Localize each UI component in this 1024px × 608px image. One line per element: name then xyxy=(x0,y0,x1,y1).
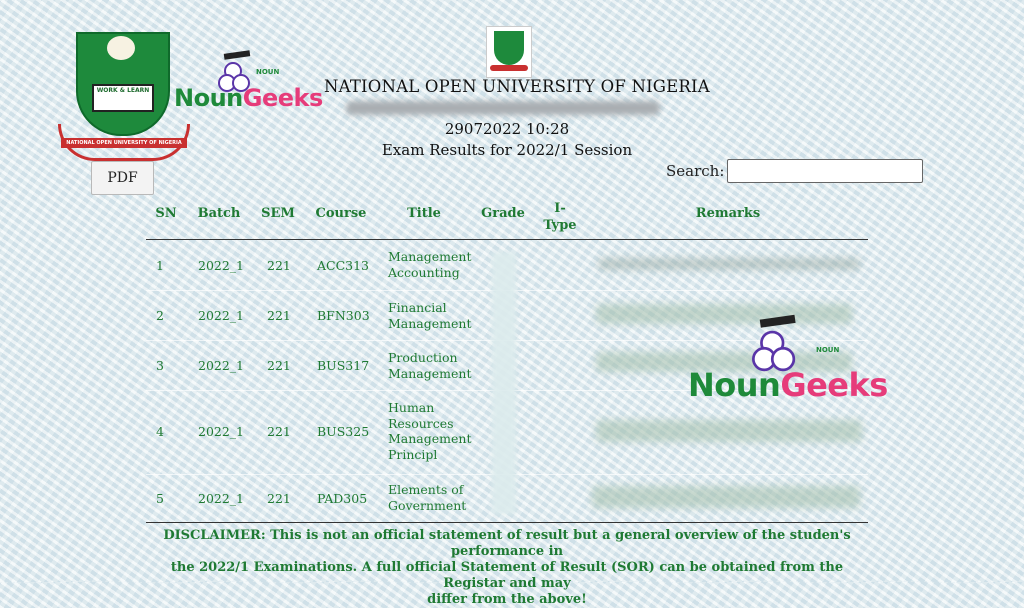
cell-course: BFN303 xyxy=(317,308,370,323)
cell-sn: 2 xyxy=(156,308,164,323)
redacted-remark xyxy=(598,258,860,270)
cell-course: PAD305 xyxy=(317,491,368,506)
logo-word-1: Noun xyxy=(174,84,243,112)
cell-sn: 4 xyxy=(156,424,164,439)
pdf-button[interactable]: PDF xyxy=(91,161,154,195)
header-sem[interactable]: SEM xyxy=(256,206,300,221)
print-datetime: 29072022 10:28 xyxy=(444,120,570,138)
university-title: NATIONAL OPEN UNIVERSITY OF NIGERIA xyxy=(324,77,710,96)
header-grade[interactable]: Grade xyxy=(478,206,528,221)
redacted-remark xyxy=(592,486,860,508)
cell-sem: 221 xyxy=(267,424,291,439)
redacted-grades xyxy=(492,252,516,514)
cell-course: BUS325 xyxy=(317,424,370,439)
disclaimer-line-3: differ from the above! xyxy=(427,592,587,607)
header-itype[interactable]: I- Type xyxy=(540,200,580,234)
search-input[interactable] xyxy=(727,159,923,183)
header-itype-2: Type xyxy=(543,218,577,233)
logo-word-1: Noun xyxy=(688,366,781,404)
redacted-remark xyxy=(596,420,862,442)
cell-sem: 221 xyxy=(267,491,291,506)
cell-batch: 2022_1 xyxy=(198,308,245,323)
header-sn[interactable]: SN xyxy=(152,206,180,221)
disclaimer-line-2: the 2022/1 Examinations. A full official… xyxy=(170,560,844,591)
header-remarks[interactable]: Remarks xyxy=(686,206,770,221)
redacted-student-info xyxy=(346,101,660,115)
cell-sem: 221 xyxy=(267,308,291,323)
disclaimer-text: DISCLAIMER: This is not an official stat… xyxy=(154,528,860,608)
cell-batch: 2022_1 xyxy=(198,424,245,439)
cell-sem: 221 xyxy=(267,358,291,373)
results-page: WORK & LEARN NATIONAL OPEN UNIVERSITY OF… xyxy=(0,0,1024,607)
logo-word-2: Geeks xyxy=(242,84,324,112)
cell-sn: 1 xyxy=(156,258,164,273)
cell-title: Human Resources Management Principl xyxy=(388,400,472,462)
cell-batch: 2022_1 xyxy=(198,491,245,506)
noungeeks-logo: NOUN NounGeeks xyxy=(174,50,323,112)
cell-course: BUS317 xyxy=(317,358,370,373)
cell-batch: 2022_1 xyxy=(198,358,245,373)
logo-small-text: NOUN xyxy=(256,68,280,76)
cell-batch: 2022_1 xyxy=(198,258,245,273)
cell-title: Management Accounting xyxy=(388,249,472,280)
cell-sn: 3 xyxy=(156,358,164,373)
header-batch[interactable]: Batch xyxy=(194,206,244,221)
header-itype-1: I- xyxy=(554,201,566,216)
noungeeks-watermark-logo: NOUN NounGeeks xyxy=(688,314,898,406)
search-label: Search: xyxy=(666,162,725,180)
cell-course: ACC313 xyxy=(317,258,370,273)
logo-word-2: Geeks xyxy=(780,366,888,404)
header-course[interactable]: Course xyxy=(313,206,369,221)
cell-title: Financial Management xyxy=(388,300,472,331)
cell-sem: 221 xyxy=(267,258,291,273)
center-crest-icon xyxy=(486,26,532,78)
session-title: Exam Results for 2022/1 Session xyxy=(381,141,633,159)
cell-title: Elements of Government xyxy=(388,482,467,513)
cell-title: Production Management xyxy=(388,350,472,381)
table-footer-divider xyxy=(146,522,868,523)
disclaimer-line-1: DISCLAIMER: This is not an official stat… xyxy=(163,528,851,559)
crest-motto: WORK & LEARN xyxy=(92,84,154,112)
cell-sn: 5 xyxy=(156,491,164,506)
header-title[interactable]: Title xyxy=(398,206,450,221)
logo-small-text: NOUN xyxy=(816,346,840,354)
